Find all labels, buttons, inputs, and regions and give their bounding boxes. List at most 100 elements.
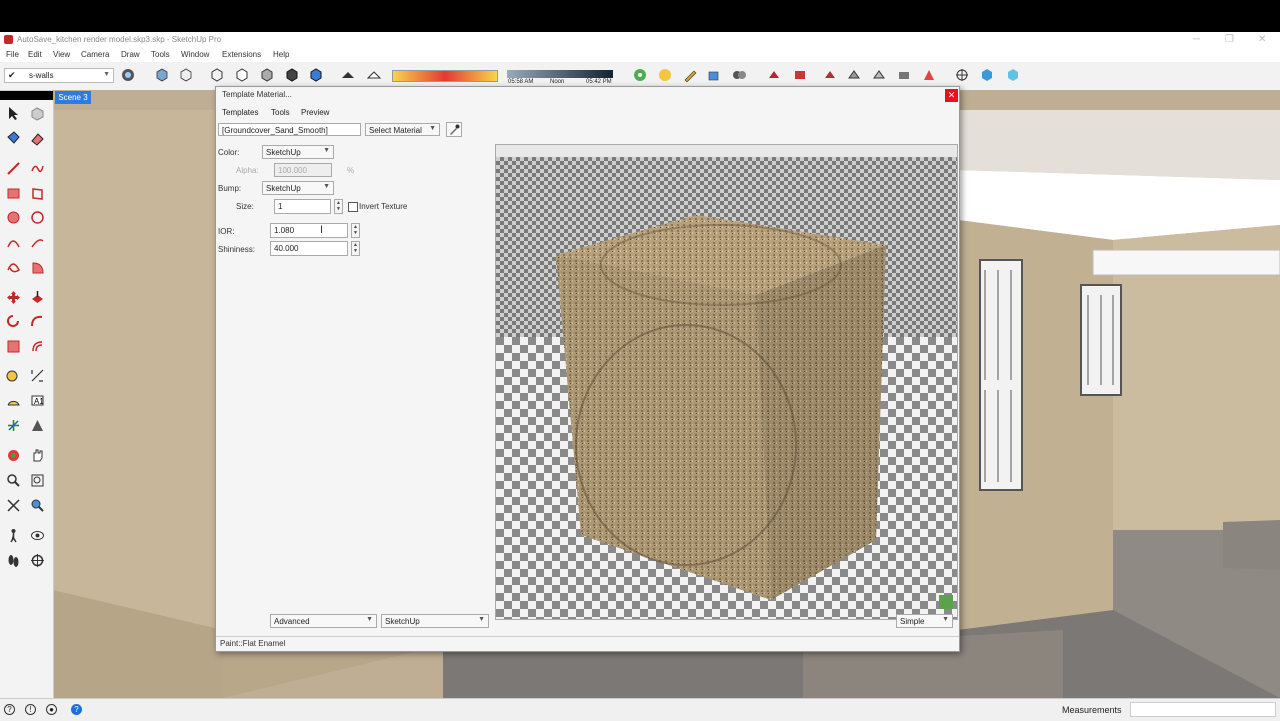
material-name-field[interactable]: [Groundcover_Sand_Smooth]	[218, 123, 361, 136]
pencil-icon[interactable]	[683, 68, 697, 83]
extension-warehouse-icon[interactable]	[732, 68, 746, 82]
shininess-spinner[interactable]: ▲ ▼	[351, 241, 360, 256]
section-icon[interactable]	[955, 68, 969, 82]
3d-text-icon[interactable]	[30, 418, 45, 433]
time-slider[interactable]	[507, 70, 613, 78]
footprints-icon[interactable]	[6, 553, 21, 568]
zoom-extents-icon[interactable]	[6, 498, 21, 513]
ior-spinner[interactable]: ▲ ▼	[351, 223, 360, 238]
text-tool-icon[interactable]: A1	[30, 393, 45, 408]
make-component-icon[interactable]	[30, 106, 45, 121]
position-camera-icon[interactable]	[30, 553, 45, 568]
paint-bucket-icon[interactable]	[707, 68, 721, 82]
minimize-icon[interactable]: ─	[1193, 34, 1200, 45]
select-material-dropdown[interactable]: Select Material ▼	[365, 123, 440, 136]
color-dropdown[interactable]: SketchUp ▼	[262, 145, 334, 159]
cube-cyan-icon[interactable]	[1006, 68, 1020, 82]
line-tool-icon[interactable]	[6, 161, 21, 176]
box-icon[interactable]	[155, 68, 169, 82]
monochrome-style-icon[interactable]	[309, 68, 323, 82]
dialog-close-button[interactable]: ✕	[945, 89, 958, 102]
scale-icon[interactable]	[6, 339, 21, 354]
layer-manager-icon[interactable]	[121, 68, 135, 82]
measurements-input[interactable]	[1130, 702, 1276, 717]
rotated-rectangle-icon[interactable]	[30, 186, 45, 201]
menu-edit[interactable]: Edit	[28, 50, 42, 59]
preview-mode-dropdown[interactable]: Simple ▼	[896, 614, 953, 628]
render-settings-icon[interactable]	[793, 68, 807, 82]
geo-location-icon[interactable]: ?	[4, 704, 15, 715]
two-point-arc-icon[interactable]	[30, 235, 45, 250]
cube-blue-icon[interactable]	[980, 68, 994, 82]
user-icon[interactable]: ●	[46, 704, 57, 715]
month-slider[interactable]	[392, 70, 498, 82]
dialog-menu-preview[interactable]: Preview	[301, 108, 329, 117]
spot-light-icon[interactable]	[847, 68, 861, 82]
ior-field[interactable]: 1.080	[270, 223, 348, 238]
eraser-icon[interactable]	[30, 131, 45, 146]
mode-dropdown[interactable]: Advanced ▼	[270, 614, 377, 628]
follow-me-icon[interactable]	[30, 314, 45, 329]
close-window-icon[interactable]: ✕	[1258, 34, 1266, 45]
menu-draw[interactable]: Draw	[121, 50, 140, 59]
freehand-icon[interactable]	[30, 161, 45, 176]
tape-measure-icon[interactable]	[6, 368, 21, 383]
maximize-icon[interactable]: ❐	[1225, 34, 1234, 45]
select-arrow-icon[interactable]	[6, 106, 21, 121]
menu-view[interactable]: View	[53, 50, 70, 59]
size-spinner[interactable]: ▲ ▼	[334, 199, 343, 214]
push-pull-icon[interactable]	[30, 290, 45, 305]
help-icon[interactable]: ?	[71, 704, 82, 715]
invert-texture-checkbox[interactable]	[348, 202, 358, 212]
menu-window[interactable]: Window	[181, 50, 209, 59]
xray-style-icon[interactable]	[210, 68, 224, 82]
menu-file[interactable]: File	[6, 50, 19, 59]
offset-icon[interactable]	[30, 339, 45, 354]
bump-dropdown[interactable]: SketchUp ▼	[262, 181, 334, 195]
pie-icon[interactable]	[30, 260, 45, 275]
pan-icon[interactable]	[30, 448, 45, 463]
protractor-icon[interactable]	[6, 393, 21, 408]
dialog-menu-tools[interactable]: Tools	[271, 108, 290, 117]
dimension-icon[interactable]	[30, 368, 45, 383]
size-field[interactable]: 1	[274, 199, 331, 214]
circle-icon[interactable]	[6, 210, 21, 225]
walk-icon[interactable]	[6, 528, 21, 543]
render-icon[interactable]	[767, 68, 781, 82]
light-icon[interactable]	[823, 68, 837, 82]
eyedropper-button[interactable]	[446, 122, 462, 137]
zoom-icon[interactable]	[6, 473, 21, 488]
engine-dropdown[interactable]: SketchUp ▼	[381, 614, 489, 628]
menu-help[interactable]: Help	[273, 50, 289, 59]
box-outline-icon[interactable]	[179, 68, 193, 82]
layer-select[interactable]: ✔ s-walls ▼	[4, 68, 114, 83]
move-icon[interactable]	[6, 290, 21, 305]
credits-icon[interactable]: !	[25, 704, 36, 715]
orbit-icon[interactable]	[633, 68, 647, 82]
menu-extensions[interactable]: Extensions	[222, 50, 261, 59]
material-preview[interactable]	[495, 144, 958, 620]
rectangle-icon[interactable]	[6, 186, 21, 201]
shadows-icon[interactable]	[341, 68, 355, 82]
shininess-field[interactable]: 40.000	[270, 241, 348, 256]
previous-view-icon[interactable]	[30, 498, 45, 513]
shaded-style-icon[interactable]	[260, 68, 274, 82]
menu-tools[interactable]: Tools	[151, 50, 170, 59]
point-light-icon[interactable]	[872, 68, 886, 82]
wireframe-style-icon[interactable]	[235, 68, 249, 82]
dialog-menu-templates[interactable]: Templates	[222, 108, 258, 117]
styles-icon[interactable]	[658, 68, 672, 82]
material-icon[interactable]	[922, 68, 936, 82]
textured-style-icon[interactable]	[285, 68, 299, 82]
scene-tab[interactable]: Scene 3	[55, 91, 91, 104]
axes-icon[interactable]	[6, 418, 21, 433]
fog-icon[interactable]	[366, 68, 382, 82]
orbit-tool-icon[interactable]	[6, 448, 21, 463]
look-around-icon[interactable]	[30, 528, 45, 543]
rotate-icon[interactable]	[6, 314, 21, 329]
arc-icon[interactable]	[6, 235, 21, 250]
three-point-arc-icon[interactable]	[6, 260, 21, 275]
menu-camera[interactable]: Camera	[81, 50, 109, 59]
area-light-icon[interactable]	[897, 68, 911, 82]
polygon-icon[interactable]	[30, 210, 45, 225]
